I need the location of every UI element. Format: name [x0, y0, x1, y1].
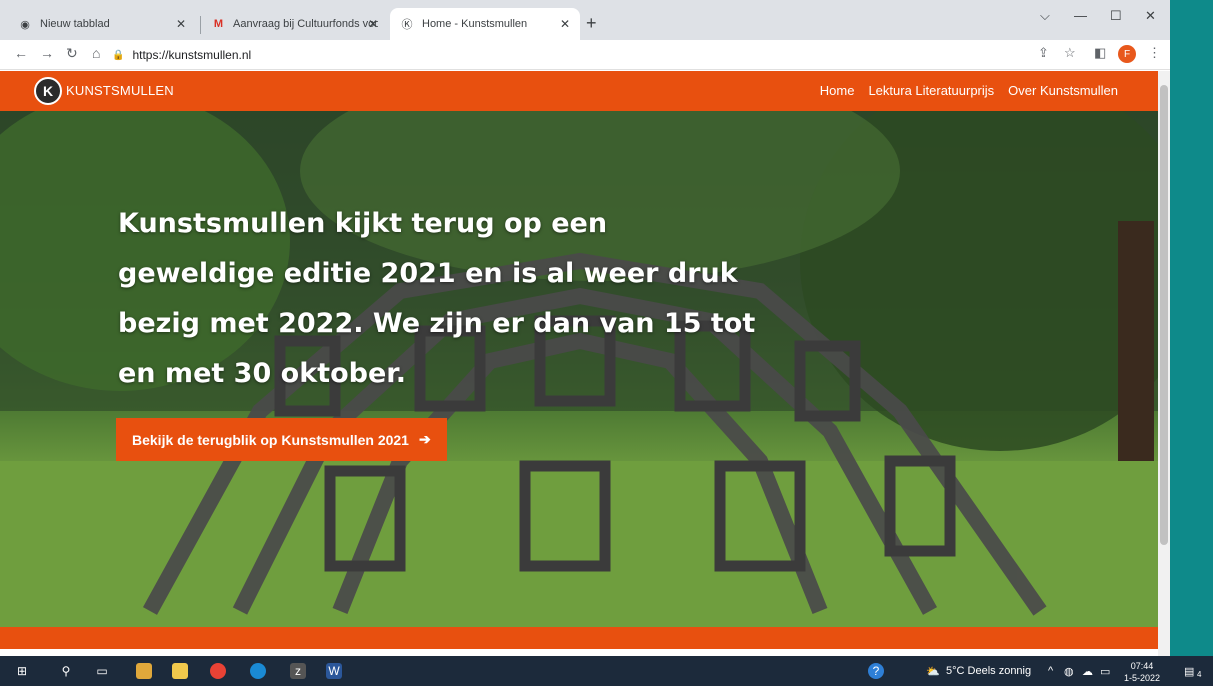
nav-lektura[interactable]: Lektura Literatuurprijs [868, 83, 994, 98]
word-icon[interactable]: W [326, 663, 342, 679]
kunstsmullen-logo[interactable]: K [34, 77, 62, 105]
close-tab-icon[interactable]: ✕ [176, 17, 186, 31]
nav-home[interactable]: Home [820, 83, 855, 98]
cta-terugblik-button[interactable]: Bekijk de terugblik op Kunstsmullen 2021… [116, 418, 447, 461]
notification-count: 4 [1197, 670, 1202, 679]
network-icon[interactable]: ◍ [1064, 665, 1074, 678]
arrow-right-icon: ➔ [418, 431, 431, 447]
forward-icon[interactable]: → [40, 45, 54, 61]
menu-icon[interactable]: ⋮ [1148, 45, 1161, 61]
close-tab-icon[interactable]: ✕ [560, 17, 570, 31]
hero-headline: Kunstsmullen kijkt terug op een geweldig… [118, 208, 756, 389]
site-nav-links: Home Lektura Literatuurprijs Over Kunsts… [820, 83, 1118, 98]
url-text[interactable]: https://kunstsmullen.nl [132, 48, 251, 62]
zoom-icon[interactable]: z [290, 663, 306, 679]
close-window-icon[interactable]: ✕ [1145, 8, 1156, 24]
hero-banner: Kunstsmullen kijkt terug op een geweldig… [0, 111, 1158, 627]
edge-icon[interactable] [250, 663, 266, 679]
clock-date: 1-5-2022 [1124, 673, 1161, 683]
minimize-icon[interactable]: — [1074, 8, 1087, 23]
nav-over[interactable]: Over Kunstsmullen [1008, 83, 1118, 98]
gmail-icon: M [213, 18, 224, 30]
browser-window: ◉ Nieuw tabblad ✕ M Aanvraag bij Cultuur… [0, 0, 1170, 656]
tab-search-icon[interactable]: ⌵ [1040, 8, 1050, 24]
browser-toolbar: ← → ↻ ⌂ 🔒 https://kunstsmullen.nl ⇪ ☆ ◧ … [0, 40, 1170, 70]
address-bar[interactable]: 🔒 https://kunstsmullen.nl [112, 44, 1012, 66]
kunstsmullen-icon: Ⓚ [401, 19, 413, 31]
cloud-icon[interactable]: ☁ [1082, 665, 1093, 678]
file-explorer-icon[interactable] [136, 663, 152, 679]
tab-strip: ◉ Nieuw tabblad ✕ M Aanvraag bij Cultuur… [0, 0, 1170, 40]
site-brand[interactable]: KUNSTSMULLEN [66, 83, 174, 98]
chrome-taskbar-icon[interactable] [210, 663, 226, 679]
task-view-icon[interactable]: ▭ [94, 663, 110, 679]
orange-footer-band [0, 627, 1158, 649]
windows-taskbar: ⊞ ⚲ ▭ z W ? ⛅ 5°C Deels zonnig ^ ◍ ☁ ▭ 0… [0, 656, 1213, 686]
site-navbar: K KUNSTSMULLEN Home Lektura Literatuurpr… [0, 71, 1158, 111]
home-icon[interactable]: ⌂ [92, 45, 100, 61]
chrome-icon: ◉ [20, 18, 30, 31]
cta-label: Bekijk de terugblik op Kunstsmullen 2021 [132, 431, 409, 448]
back-icon[interactable]: ← [14, 45, 28, 61]
share-icon[interactable]: ⇪ [1038, 45, 1049, 61]
maximize-icon[interactable]: ☐ [1110, 8, 1122, 24]
tab-new-tab[interactable]: ◉ Nieuw tabblad ✕ [8, 8, 196, 40]
close-tab-icon[interactable]: ✕ [368, 17, 378, 31]
system-clock[interactable]: 07:44 1-5-2022 [1124, 660, 1160, 684]
new-tab-button[interactable]: + [586, 13, 597, 34]
page-scrollbar[interactable] [1158, 71, 1170, 656]
weather-icon[interactable]: ⛅ [926, 665, 940, 678]
help-icon[interactable]: ? [868, 663, 884, 679]
reload-icon[interactable]: ↻ [66, 45, 78, 62]
lock-icon[interactable]: 🔒 [112, 50, 124, 61]
tab-kunstsmullen[interactable]: Ⓚ Home - Kunstsmullen ✕ [390, 8, 580, 40]
tray-chevron-icon[interactable]: ^ [1048, 665, 1053, 677]
tab-separator [200, 16, 201, 34]
side-panel-icon[interactable]: ◧ [1094, 45, 1106, 61]
bookmark-star-icon[interactable]: ☆ [1064, 45, 1076, 61]
battery-icon[interactable]: ▭ [1100, 665, 1110, 678]
windows-start-icon[interactable]: ⊞ [14, 663, 30, 679]
search-icon[interactable]: ⚲ [58, 663, 74, 679]
weather-text[interactable]: 5°C Deels zonnig [946, 665, 1031, 677]
clock-time: 07:44 [1130, 661, 1154, 671]
tab-gmail[interactable]: M Aanvraag bij Cultuurfonds voortz ✕ [202, 8, 388, 40]
scrollbar-thumb[interactable] [1160, 85, 1168, 545]
profile-avatar[interactable]: F [1118, 45, 1136, 63]
notifications-icon[interactable]: ▤ [1184, 665, 1194, 678]
store-icon[interactable] [172, 663, 188, 679]
